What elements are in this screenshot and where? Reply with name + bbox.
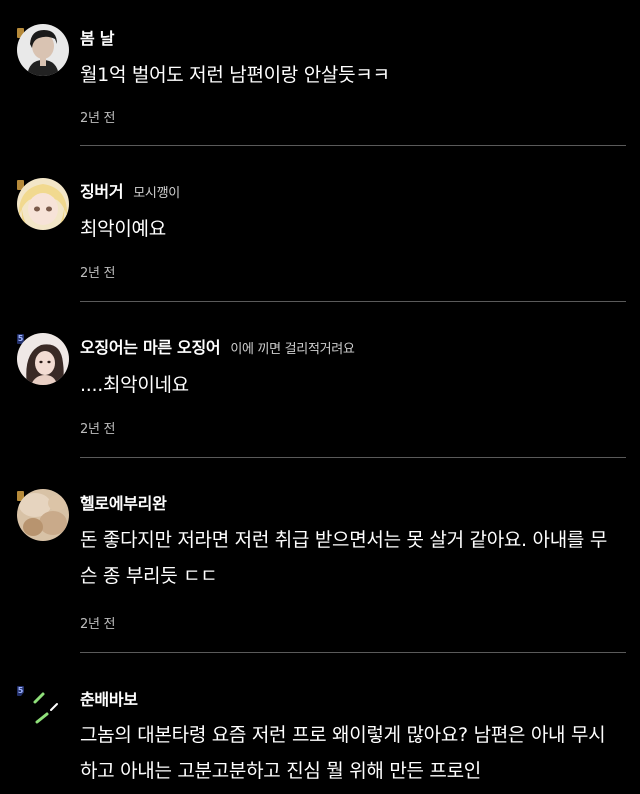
comment-header: 오징어는 마른 오징어 이에 끼면 걸리적거려요	[80, 334, 355, 358]
user-avatar[interactable]	[17, 684, 69, 736]
user-avatar[interactable]	[17, 489, 69, 541]
comment-timestamp: 2년 전	[80, 422, 116, 437]
comment-timestamp: 2년 전	[80, 111, 116, 126]
comment-header: 징버거 모시깽이	[80, 178, 180, 202]
comment-text: 돈 좋다지만 저라면 저런 취급 받으면서는 못 살거 같아요. 아내를 무슨 …	[80, 529, 607, 587]
comment-header: 헬로에부리완	[80, 490, 167, 514]
comment-text: ....최악이네요	[80, 374, 189, 396]
comment-author[interactable]: 봄 날	[80, 29, 114, 48]
user-avatar[interactable]	[17, 333, 69, 385]
comment-author[interactable]: 징버거	[80, 182, 124, 201]
user-avatar[interactable]	[17, 24, 69, 76]
comment-timestamp: 2년 전	[80, 617, 116, 632]
comment-divider	[80, 301, 626, 302]
comment-divider	[80, 457, 626, 458]
comment-author[interactable]: 헬로에부리완	[80, 494, 167, 513]
comment-timestamp: 2년 전	[80, 266, 116, 281]
comment-text: 그놈의 대본타령 요즘 저런 프로 왜이렇게 많아요? 남편은 아내 무시하고 …	[80, 724, 606, 782]
comment-divider	[80, 145, 626, 146]
user-status-message: 이에 끼면 걸리적거려요	[230, 342, 355, 357]
user-status-message: 모시깽이	[133, 186, 180, 201]
comment-text: 최악이예요	[80, 218, 166, 240]
comment-author[interactable]: 춘배바보	[80, 690, 138, 709]
comment-author[interactable]: 오징어는 마른 오징어	[80, 338, 221, 357]
comment-header: 춘배바보	[80, 686, 138, 710]
comment-text: 월1억 벌어도 저런 남편이랑 안살듯ㅋㅋ	[80, 64, 390, 86]
comment-header: 봄 날	[80, 25, 114, 49]
user-avatar[interactable]	[17, 178, 69, 230]
comment-divider	[80, 652, 626, 653]
